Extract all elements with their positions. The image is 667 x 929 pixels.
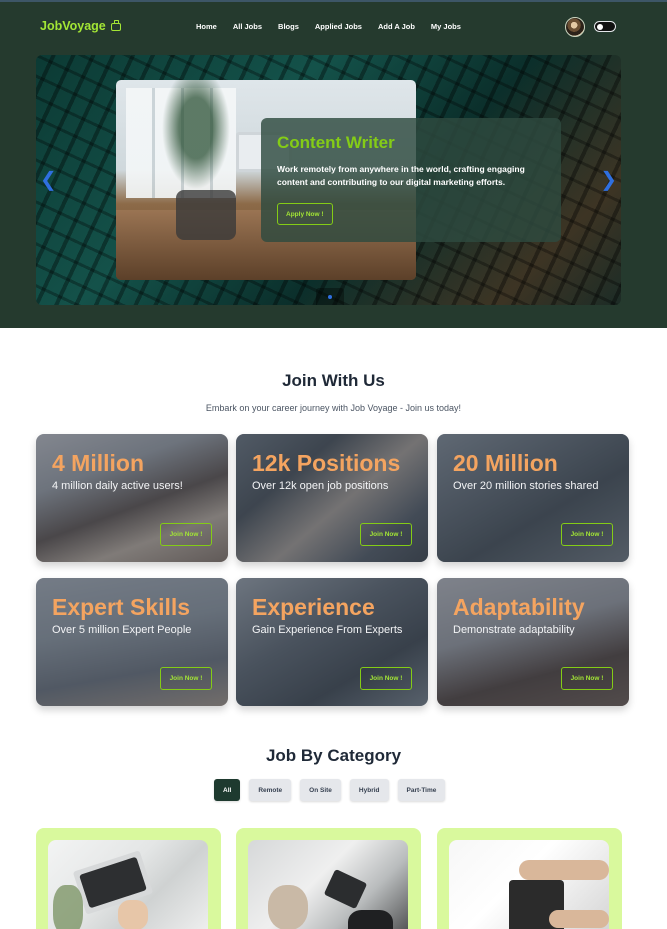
- job-card[interactable]: [236, 828, 421, 929]
- carousel-dot-active[interactable]: [328, 294, 332, 299]
- stat-card-title: 20 Million: [453, 450, 558, 476]
- join-section-title: Join With Us: [282, 371, 385, 390]
- apply-now-button[interactable]: Apply Now !: [277, 203, 333, 225]
- hero-job-card: Content Writer Work remotely from anywhe…: [261, 118, 561, 242]
- job-card-image: [48, 840, 208, 929]
- nav-link-add-a-job[interactable]: Add A Job: [378, 22, 415, 31]
- logo[interactable]: JobVoyage: [40, 19, 121, 33]
- stat-card-subtitle: Over 20 million stories shared: [453, 480, 599, 492]
- join-now-button[interactable]: Join Now !: [360, 667, 412, 690]
- theme-toggle[interactable]: [594, 21, 616, 32]
- job-card-image: [449, 840, 609, 929]
- nav-link-applied-jobs[interactable]: Applied Jobs: [315, 22, 362, 31]
- stat-card-title: 12k Positions: [252, 450, 401, 476]
- stat-card-stories: 20 Million Over 20 million stories share…: [437, 434, 629, 562]
- filter-remote[interactable]: Remote: [249, 779, 292, 801]
- nav-link-blogs[interactable]: Blogs: [278, 22, 299, 31]
- stat-card-expert-skills: Expert Skills Over 5 million Expert Peop…: [36, 578, 228, 706]
- stat-card-title: Adaptability: [453, 594, 585, 620]
- stat-card-title: Experience: [252, 594, 375, 620]
- filter-part-time[interactable]: Part-Time: [397, 779, 446, 801]
- join-now-button[interactable]: Join Now !: [360, 523, 412, 546]
- carousel-pagination: [316, 288, 344, 305]
- join-now-button[interactable]: Join Now !: [561, 667, 613, 690]
- job-card[interactable]: [437, 828, 622, 929]
- category-filter-tabs: All Remote On Site Hybrid Part-Time: [214, 779, 446, 801]
- stat-card-subtitle: Over 12k open job positions: [252, 480, 389, 492]
- join-now-button[interactable]: Join Now !: [561, 523, 613, 546]
- stat-card-subtitle: Over 5 million Expert People: [52, 624, 192, 636]
- briefcase-icon: [110, 19, 121, 31]
- nav-link-home[interactable]: Home: [196, 22, 217, 31]
- stat-card-subtitle: Demonstrate adaptability: [453, 624, 575, 636]
- stat-card-title: 4 Million: [52, 450, 144, 476]
- job-card[interactable]: [36, 828, 221, 929]
- stat-card-title: Expert Skills: [52, 594, 191, 620]
- stat-card-users: 4 Million 4 million daily active users! …: [36, 434, 228, 562]
- filter-on-site[interactable]: On Site: [300, 779, 341, 801]
- filter-hybrid[interactable]: Hybrid: [349, 779, 389, 801]
- nav-links: Home All Jobs Blogs Applied Jobs Add A J…: [196, 22, 461, 31]
- nav-link-all-jobs[interactable]: All Jobs: [233, 22, 262, 31]
- filter-all[interactable]: All: [214, 779, 241, 801]
- hero-carousel: Content Writer Work remotely from anywhe…: [36, 55, 621, 305]
- category-section-title: Job By Category: [265, 746, 402, 765]
- user-avatar[interactable]: [565, 17, 585, 37]
- navbar: JobVoyage Home All Jobs Blogs Applied Jo…: [0, 2, 667, 52]
- hero-job-title: Content Writer: [277, 133, 395, 152]
- nav-link-my-jobs[interactable]: My Jobs: [431, 22, 461, 31]
- chevron-right-icon[interactable]: ❯: [600, 167, 617, 191]
- job-card-image: [248, 840, 408, 929]
- stat-card-adaptability: Adaptability Demonstrate adaptability Jo…: [437, 578, 629, 706]
- stat-card-subtitle: Gain Experience From Experts: [252, 624, 403, 636]
- join-now-button[interactable]: Join Now !: [160, 667, 212, 690]
- join-now-button[interactable]: Join Now !: [160, 523, 212, 546]
- stat-card-experience: Experience Gain Experience From Experts …: [236, 578, 428, 706]
- logo-text[interactable]: JobVoyage: [40, 19, 106, 33]
- stat-card-positions: 12k Positions Over 12k open job position…: [236, 434, 428, 562]
- hero-section: JobVoyage Home All Jobs Blogs Applied Jo…: [0, 0, 667, 328]
- chevron-left-icon[interactable]: ❮: [40, 167, 57, 191]
- stat-card-subtitle: 4 million daily active users!: [52, 480, 183, 492]
- join-section-subtitle: Embark on your career journey with Job V…: [205, 403, 462, 413]
- hero-job-description: Work remotely from anywhere in the world…: [277, 164, 525, 187]
